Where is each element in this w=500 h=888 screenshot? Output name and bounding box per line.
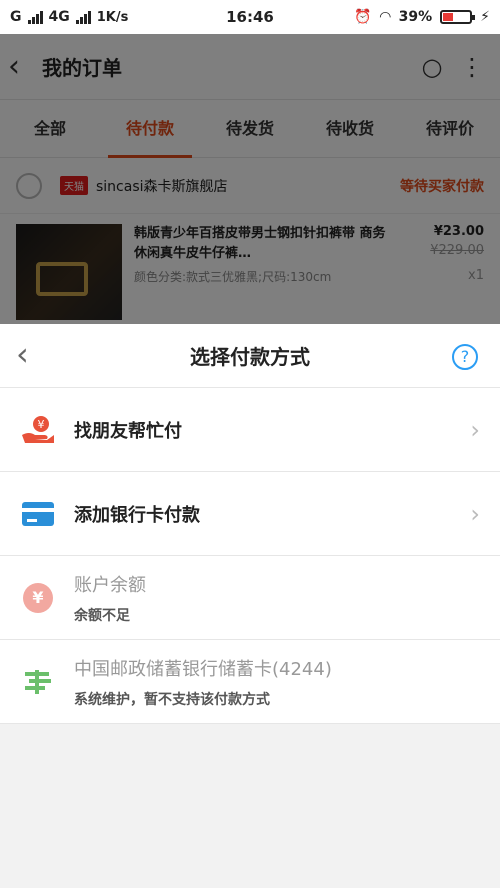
status-bar: G 4G 1K/s 16:46 ⏰ ◠ 39% ⚡ xyxy=(0,0,500,34)
option-account-balance: ¥ 账户余额 余额不足 xyxy=(0,556,500,640)
sheet-title: 选择付款方式 xyxy=(190,345,310,369)
option-postal-bank-card: 中国邮政储蓄银行储蓄卡(4244) 系统维护，暂不支持该付款方式 xyxy=(0,640,500,724)
bank-card-icon xyxy=(20,496,56,532)
option-add-bank-card[interactable]: 添加银行卡付款 › xyxy=(0,472,500,556)
wifi-icon: ◠ xyxy=(379,9,391,25)
option-sub: 系统维护，暂不支持该付款方式 xyxy=(74,691,270,708)
svg-text:¥: ¥ xyxy=(38,418,45,431)
option-friend-pay[interactable]: ¥ 找朋友帮忙付 › xyxy=(0,388,500,472)
battery-percent: 39% xyxy=(398,9,433,25)
postal-bank-icon xyxy=(20,664,56,700)
option-label: 找朋友帮忙付 xyxy=(74,420,182,442)
alarm-icon: ⏰ xyxy=(354,9,372,25)
chevron-right-icon: › xyxy=(470,499,480,528)
friend-pay-icon: ¥ xyxy=(20,412,56,448)
option-sub: 余额不足 xyxy=(74,607,130,624)
battery-icon xyxy=(440,10,476,24)
option-label: 账户余额 xyxy=(74,574,146,596)
carrier-label: G xyxy=(10,9,22,25)
network-label: 4G xyxy=(48,9,70,25)
back-icon[interactable]: ‹ xyxy=(16,336,29,372)
sheet-header: ‹ 选择付款方式 ? xyxy=(0,324,500,388)
option-label: 中国邮政储蓄银行储蓄卡(4244) xyxy=(74,658,332,680)
network-speed: 1K/s xyxy=(96,9,129,25)
yen-icon: ¥ xyxy=(20,580,56,616)
signal-icon-2 xyxy=(75,10,91,24)
charging-icon: ⚡ xyxy=(480,9,490,25)
dim-overlay[interactable] xyxy=(0,34,500,324)
signal-icon xyxy=(27,10,43,24)
chevron-right-icon: › xyxy=(470,415,480,444)
payment-sheet: ‹ 选择付款方式 ? ¥ 找朋友帮忙付 › 添加银行卡付款 › ¥ 账户余额 余… xyxy=(0,324,500,888)
help-icon[interactable]: ? xyxy=(452,344,478,370)
option-label: 添加银行卡付款 xyxy=(74,504,200,526)
